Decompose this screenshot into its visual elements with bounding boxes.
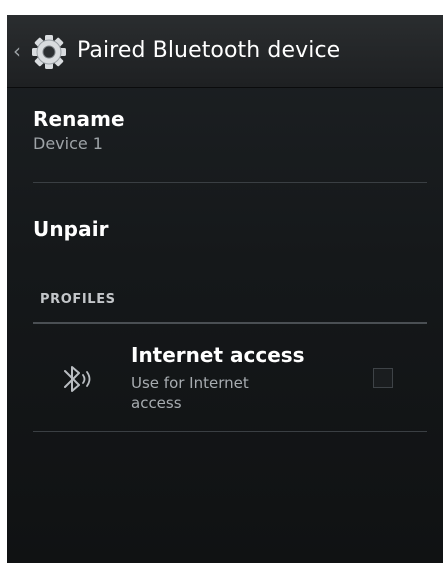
internet-access-checkbox[interactable] <box>373 368 393 388</box>
rename-title: Rename <box>33 107 125 131</box>
bluetooth-icon <box>64 366 91 392</box>
up-navigation-icon[interactable]: ‹ <box>9 15 25 87</box>
rename-preference[interactable]: Rename Device 1 <box>33 107 427 153</box>
profile-title: Internet access <box>131 343 305 367</box>
page-title: Paired Bluetooth device <box>77 38 341 63</box>
profiles-section-header: PROFILES <box>40 292 116 307</box>
action-bar: ‹ Paired Bluetooth device <box>7 15 443 88</box>
settings-screen: ‹ Paired Bluetooth device Rename Device … <box>7 15 443 563</box>
section-divider <box>33 322 427 324</box>
profile-summary: Use for Internet access <box>131 374 249 412</box>
unpair-title: Unpair <box>33 217 109 241</box>
device-name-summary: Device 1 <box>33 134 103 153</box>
divider <box>33 182 427 183</box>
profile-item-internet-access[interactable]: Internet access Use for Internet access <box>33 335 427 431</box>
settings-gear-icon[interactable] <box>29 32 69 72</box>
unpair-preference[interactable]: Unpair <box>33 217 427 241</box>
divider <box>33 431 427 432</box>
